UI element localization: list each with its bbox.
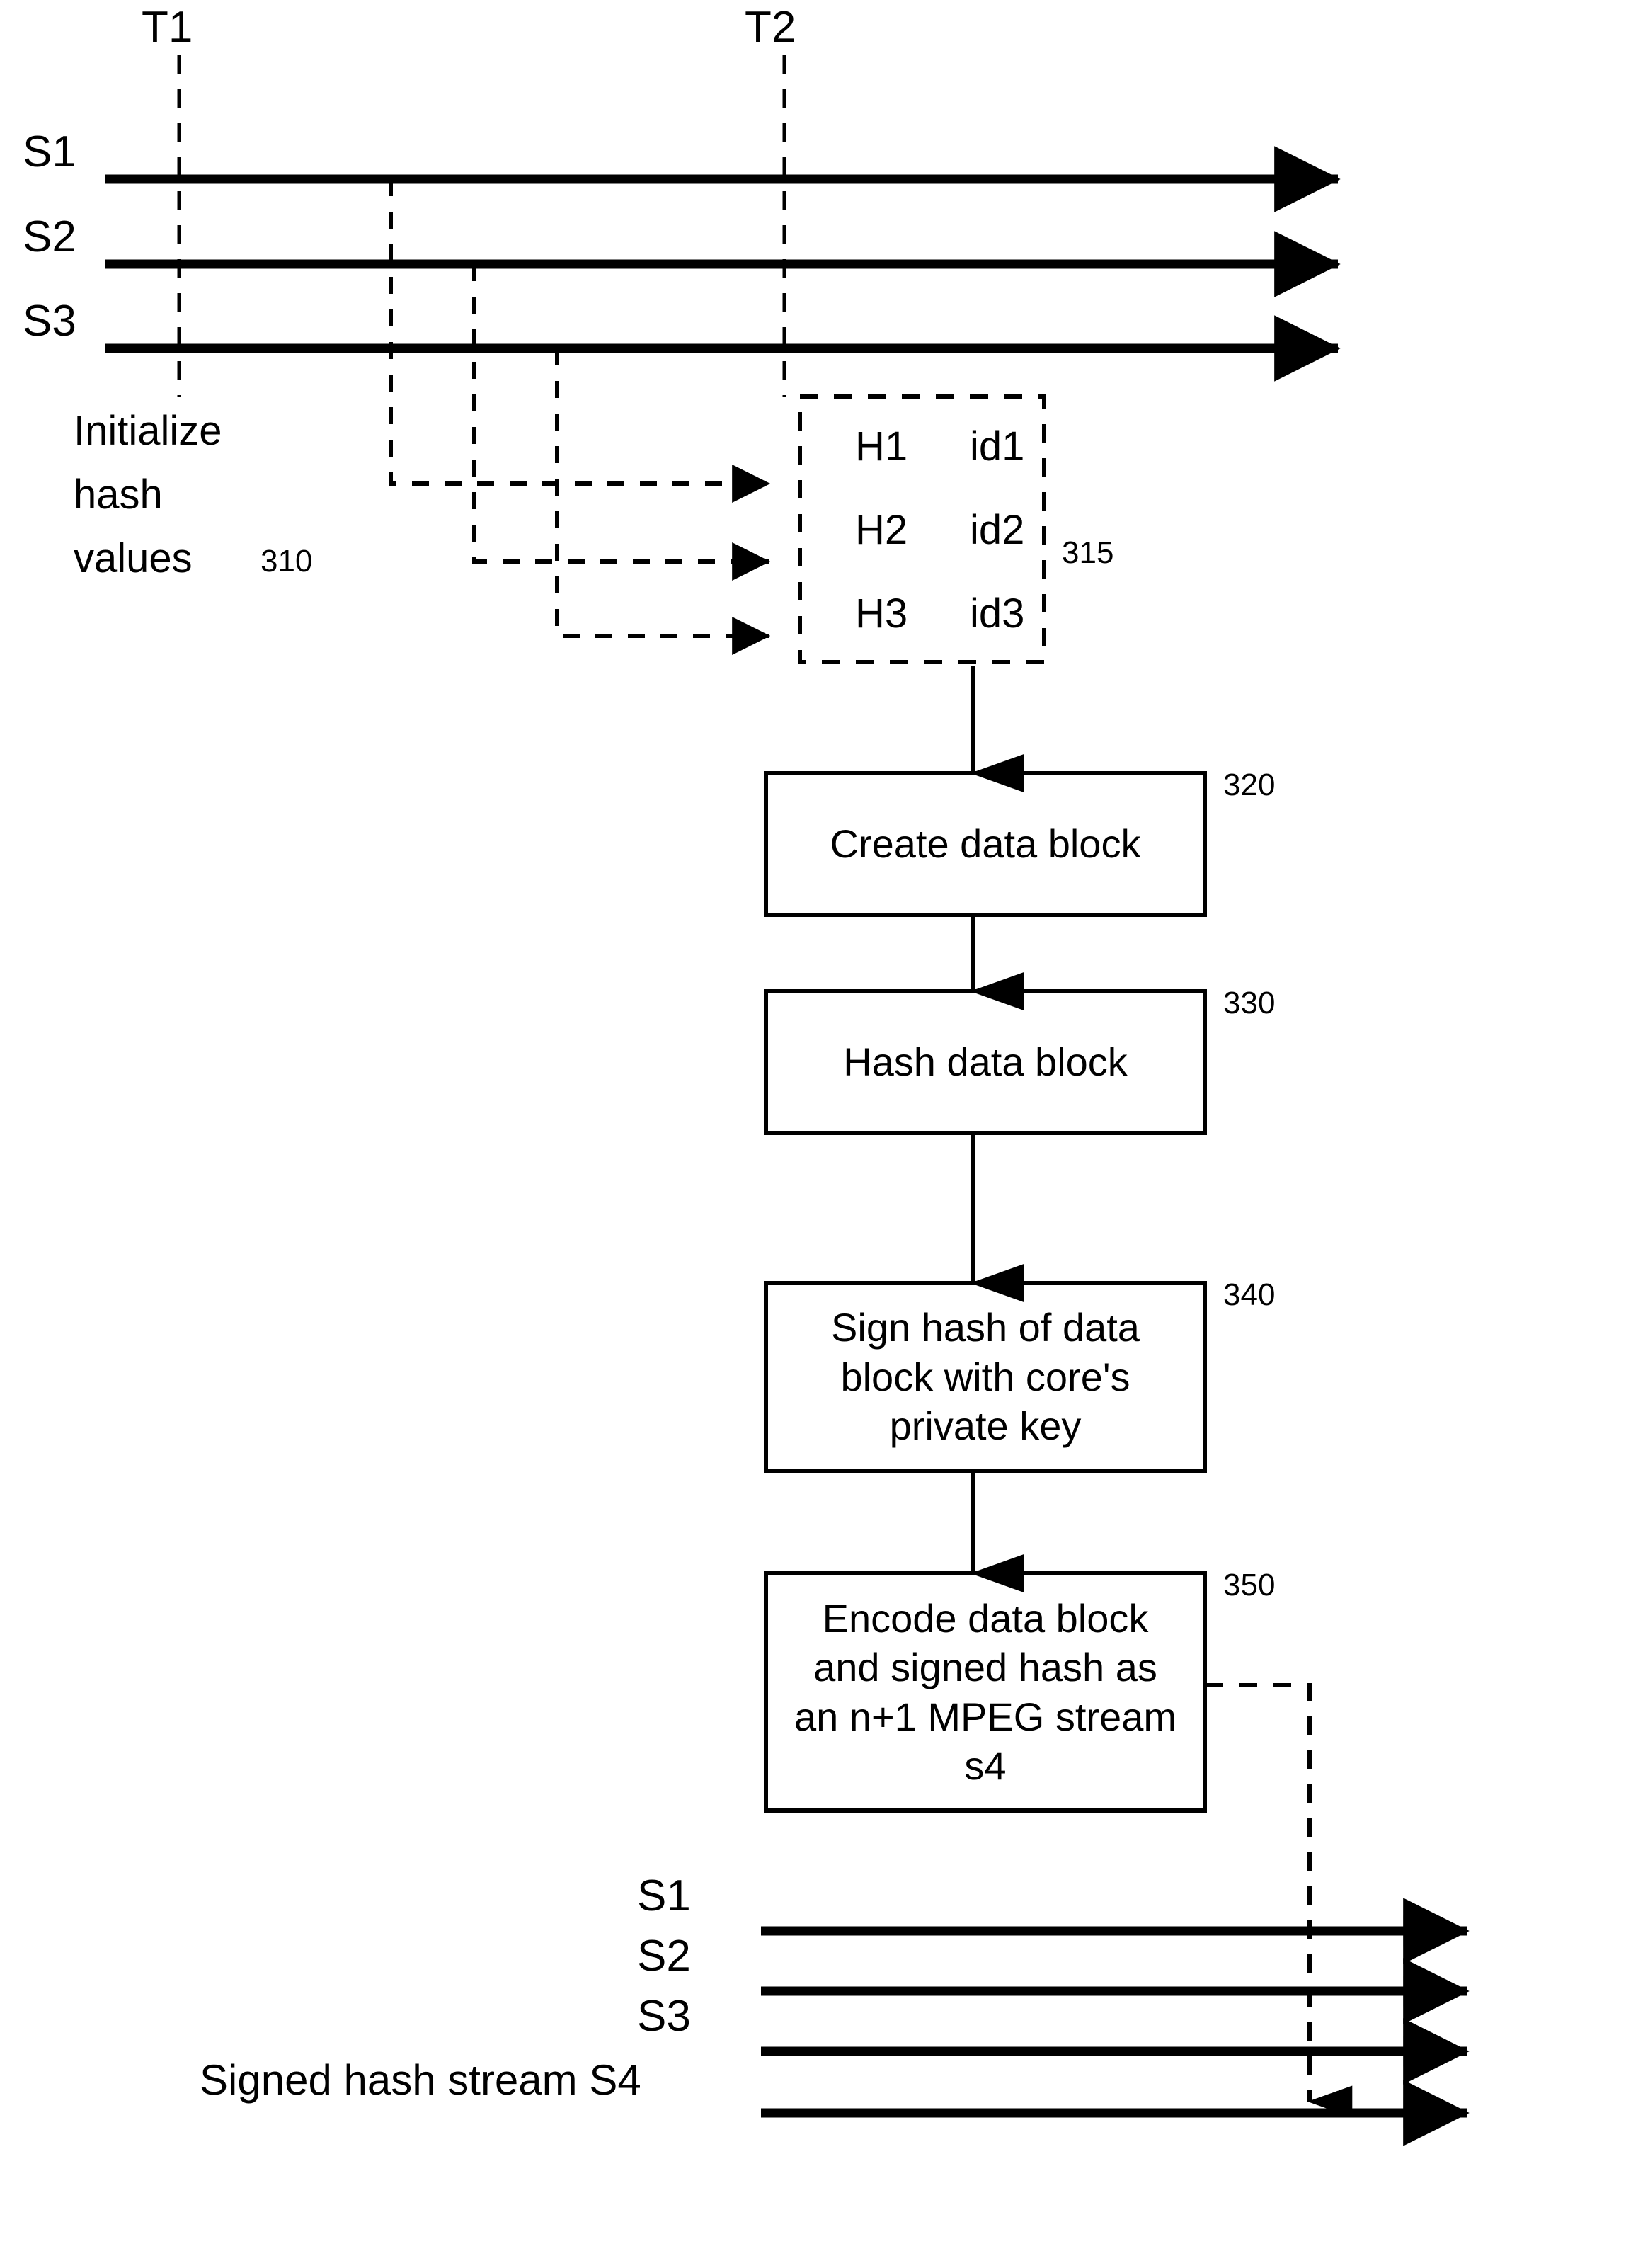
output-stream-label-s2: S2	[637, 1932, 691, 1981]
initialize-note-line-3: values	[74, 535, 193, 581]
time-marker-t1: T1	[142, 3, 193, 52]
output-stream-label-s3: S3	[637, 1992, 691, 2041]
reference-numeral-330: 330	[1223, 986, 1276, 1020]
hash-tap-s3	[555, 348, 771, 655]
initialize-note-line-2: hash	[74, 472, 163, 518]
hash-tap-connectors	[389, 179, 771, 655]
hash-table-row-1-hash: H1	[855, 423, 908, 469]
reference-numeral-320: 320	[1223, 768, 1276, 802]
connector-350-to-s4	[1205, 1683, 1353, 2118]
patent-figure: T1 T2 S1 S2 S3 Initialize hash values 31…	[0, 0, 1626, 2268]
output-stream-label-s1: S1	[637, 1871, 691, 1920]
reference-numeral-310: 310	[260, 544, 313, 579]
process-box-320-text: Create data block	[830, 821, 1141, 867]
hash-tap-s2	[472, 264, 771, 581]
time-marker-t2: T2	[745, 3, 796, 52]
output-stream-arrows	[761, 1898, 1470, 2146]
top-stream-label-s3: S3	[23, 297, 76, 346]
hash-table-row-3-id: id3	[970, 591, 1025, 637]
process-box-330-text: Hash data block	[843, 1039, 1128, 1085]
hash-table-row-2-hash: H2	[855, 507, 908, 553]
top-stream-label-s2: S2	[23, 212, 76, 261]
process-box-350-text: Encode data block and signed hash as an …	[794, 1595, 1176, 1788]
hash-table-row-3-hash: H3	[855, 591, 908, 637]
reference-numeral-340: 340	[1223, 1277, 1276, 1312]
top-stream-label-s1: S1	[23, 127, 76, 176]
hash-tap-s1	[389, 179, 771, 503]
output-stream-label-s4: Signed hash stream S4	[200, 2056, 641, 2104]
process-box-340-text: Sign hash of data block with core's priv…	[831, 1305, 1140, 1449]
hash-table-row-1-id: id1	[970, 423, 1025, 469]
hash-table-row-2-id: id2	[970, 507, 1025, 553]
reference-numeral-315: 315	[1062, 535, 1114, 570]
initialize-note-line-1: Initialize	[74, 408, 222, 454]
reference-numeral-350: 350	[1223, 1568, 1276, 1602]
top-stream-arrows	[105, 146, 1341, 382]
figure-canvas	[105, 55, 1470, 2146]
